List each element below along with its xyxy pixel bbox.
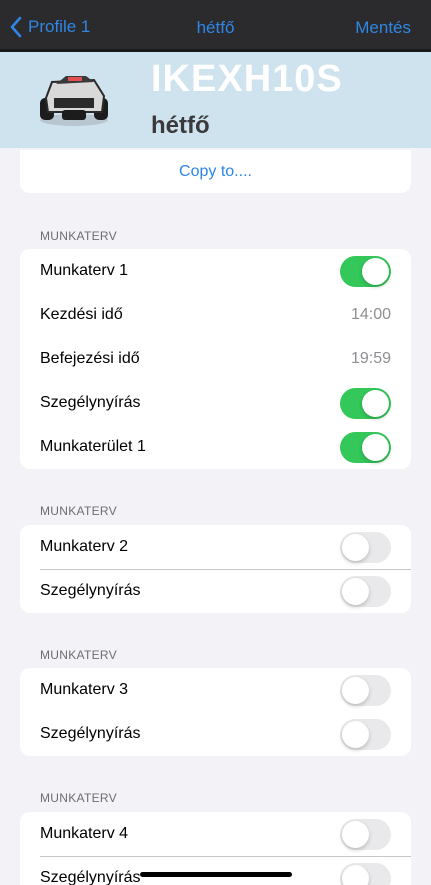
schedule-4-toggle[interactable] [340, 819, 391, 850]
row-divider [40, 569, 411, 570]
edge-cut-toggle[interactable] [340, 388, 391, 419]
toggle-knob [342, 534, 369, 561]
schedule-2-toggle[interactable] [340, 532, 391, 563]
toggle-knob [342, 821, 369, 848]
robot-mower-image [40, 76, 108, 126]
row-label: Munkaterv 1 [40, 262, 129, 279]
row-label: Munkaterület 1 [40, 438, 146, 455]
row-label: Szegélynyírás [40, 869, 141, 885]
device-header: IKEXH10S hétfő [0, 52, 431, 148]
toggle-knob [342, 677, 369, 704]
copy-to-button[interactable]: Copy to.... [20, 150, 411, 193]
schedule-card-3: Munkaterv 3 Szegélynyírás [20, 668, 411, 756]
row-divider [40, 856, 411, 857]
schedule-3-toggle[interactable] [340, 675, 391, 706]
list-item: Szegélynyírás [20, 712, 411, 756]
toggle-knob [362, 434, 389, 461]
list-item: Munkaterv 3 [20, 668, 411, 712]
row-label: Szegélynyírás [40, 725, 141, 742]
toggle-knob [342, 865, 369, 885]
row-label: Szegélynyírás [40, 582, 141, 599]
row-label: Munkaterv 2 [40, 538, 129, 555]
edge-cut-toggle[interactable] [340, 576, 391, 607]
row-label: Befejezési idő [40, 350, 140, 367]
section-header: MUNKATERV [40, 648, 117, 662]
row-label: Munkaterv 4 [40, 825, 129, 842]
list-item[interactable]: Kezdési idő 14:00 [20, 293, 411, 337]
list-item: Munkaterv 4 [20, 812, 411, 856]
schedule-1-toggle[interactable] [340, 256, 391, 287]
save-button[interactable]: Mentés [355, 18, 411, 38]
edge-cut-toggle[interactable] [340, 863, 391, 885]
section-header: MUNKATERV [40, 504, 117, 518]
end-time-value[interactable]: 19:59 [351, 350, 391, 368]
navigation-bar: Profile 1 hétfő Mentés [0, 0, 431, 52]
toggle-knob [342, 721, 369, 748]
home-indicator [140, 872, 292, 877]
list-item: Szegélynyírás [20, 856, 411, 885]
work-area-toggle[interactable] [340, 432, 391, 463]
row-label: Kezdési idő [40, 306, 123, 323]
row-label: Szegélynyírás [40, 394, 141, 411]
section-header: MUNKATERV [40, 791, 117, 805]
toggle-knob [362, 258, 389, 285]
toggle-knob [362, 390, 389, 417]
list-item: Munkaterv 1 [20, 249, 411, 293]
list-item[interactable]: Befejezési idő 19:59 [20, 337, 411, 381]
row-label: Munkaterv 3 [40, 681, 129, 698]
start-time-value[interactable]: 14:00 [351, 306, 391, 324]
list-item: Munkaterület 1 [20, 425, 411, 469]
schedule-card-2: Munkaterv 2 Szegélynyírás [20, 525, 411, 613]
toggle-knob [342, 578, 369, 605]
edge-cut-toggle[interactable] [340, 719, 391, 750]
list-item: Munkaterv 2 [20, 525, 411, 569]
section-header: MUNKATERV [40, 229, 117, 243]
device-day: hétfő [151, 112, 210, 139]
device-name: IKEXH10S [151, 58, 343, 100]
copy-card: Copy to.... [20, 150, 411, 193]
list-item: Szegélynyírás [20, 381, 411, 425]
list-item: Szegélynyírás [20, 569, 411, 613]
schedule-card-1: Munkaterv 1 Kezdési idő 14:00 Befejezési… [20, 249, 411, 469]
